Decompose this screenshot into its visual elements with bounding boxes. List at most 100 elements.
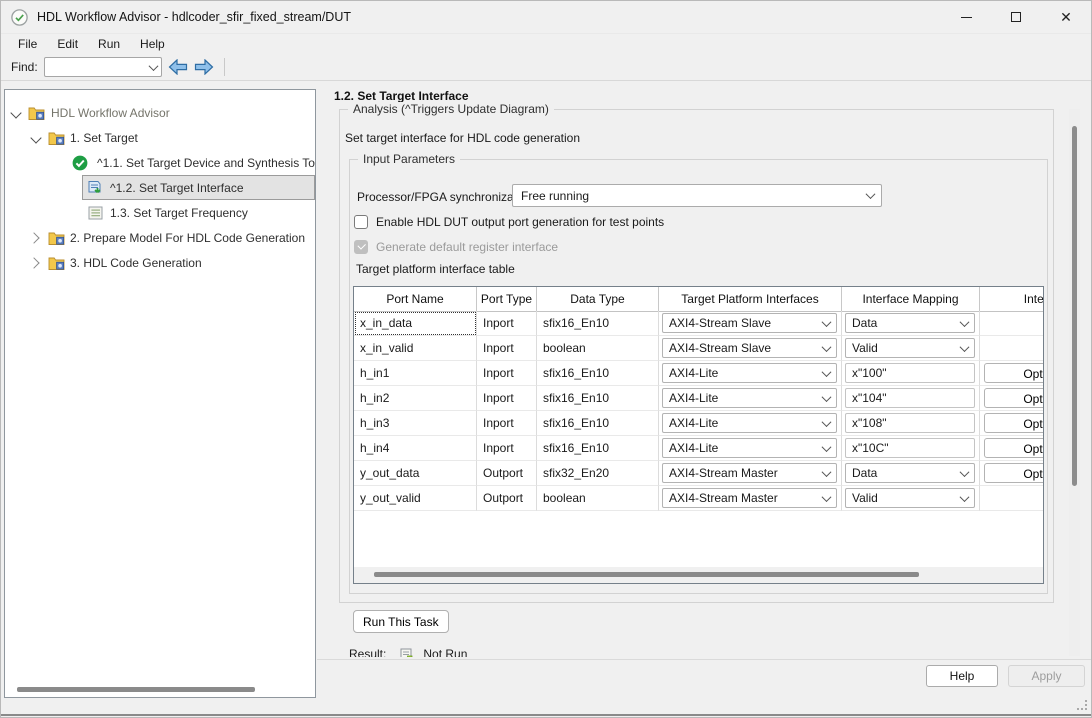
target-interface-dropdown[interactable]: AXI4-Lite <box>662 438 837 458</box>
run-this-task-button[interactable]: Run This Task <box>353 610 449 633</box>
tree-item-1-3[interactable]: 1.3. Set Target Frequency <box>5 200 315 225</box>
sync-dropdown[interactable]: Free running <box>512 184 882 207</box>
table-row: h_in3 Inport sfix16_En10 AXI4-Lite x"108… <box>354 411 1044 436</box>
tree-item-2[interactable]: 2. Prepare Model For HDL Code Generation <box>5 225 315 250</box>
tree-item-set-target[interactable]: 1. Set Target <box>5 125 315 150</box>
port-name-cell[interactable]: y_out_valid <box>354 486 477 511</box>
interface-mapping-dropdown[interactable]: Data <box>845 463 975 483</box>
app-check-icon <box>11 9 28 26</box>
chevron-down-icon[interactable] <box>147 64 161 71</box>
tree-item-1-2-selected[interactable]: ^1.2. Set Target Interface <box>5 175 315 200</box>
chevron-down-icon <box>819 395 833 402</box>
tree-item-label[interactable]: HDL Workflow Advisor <box>51 106 170 120</box>
interface-mapping-field[interactable]: x"104" <box>845 388 975 408</box>
menu-edit[interactable]: Edit <box>48 35 87 53</box>
interface-mapping-field[interactable]: x"108" <box>845 413 975 433</box>
chevron-down-icon <box>819 345 833 352</box>
port-name-cell[interactable]: h_in3 <box>354 411 477 436</box>
interface-mapping-field[interactable]: x"10C" <box>845 438 975 458</box>
data-type-cell: boolean <box>537 336 659 361</box>
workflow-tree-panel: HDL Workflow Advisor 1. Set Target ^1.1.… <box>4 89 316 698</box>
folder-task-icon <box>28 105 45 121</box>
tree-item-label[interactable]: 1. Set Target <box>70 131 138 145</box>
target-interface-dropdown[interactable]: AXI4-Lite <box>662 388 837 408</box>
column-header: Target Platform Interfaces <box>659 287 842 311</box>
passed-check-icon <box>72 155 88 171</box>
chevron-right-icon[interactable] <box>28 257 39 268</box>
table-horizontal-scrollbar-track[interactable] <box>354 567 1044 583</box>
table-row: y_out_data Outport sfix32_En20 AXI4-Stre… <box>354 461 1044 486</box>
port-type-cell: Inport <box>477 311 537 336</box>
chevron-down-icon <box>819 470 833 477</box>
chevron-down-icon <box>957 345 971 352</box>
interface-options-button[interactable]: Options <box>984 413 1044 433</box>
menu-run[interactable]: Run <box>89 35 129 53</box>
resize-grip[interactable] <box>1077 700 1087 710</box>
port-name-cell[interactable]: x_in_data <box>354 311 477 336</box>
testpoints-checkbox[interactable] <box>354 215 368 229</box>
port-name-cell[interactable]: x_in_valid <box>354 336 477 361</box>
interface-options-button[interactable]: Options <box>984 363 1044 383</box>
data-type-cell: sfix16_En10 <box>537 411 659 436</box>
port-name-cell[interactable]: h_in4 <box>354 436 477 461</box>
data-type-cell: sfix16_En10 <box>537 311 659 336</box>
data-type-cell: sfix32_En20 <box>537 461 659 486</box>
folder-task-icon <box>48 255 65 271</box>
table-horizontal-scrollbar[interactable] <box>374 572 919 577</box>
help-button[interactable]: Help <box>926 665 998 687</box>
chevron-down-icon[interactable] <box>30 132 41 143</box>
tree-item-label[interactable]: ^1.1. Set Target Device and Synthesis To… <box>97 156 316 170</box>
tree-item-label[interactable]: ^1.2. Set Target Interface <box>110 181 244 195</box>
apply-button[interactable]: Apply <box>1008 665 1085 687</box>
tree-item-label[interactable]: 2. Prepare Model For HDL Code Generation <box>70 231 305 245</box>
tree-item-label[interactable]: 1.3. Set Target Frequency <box>110 206 248 220</box>
interface-mapping-dropdown[interactable]: Valid <box>845 488 975 508</box>
window-bottom-edge <box>1 714 1091 716</box>
chevron-down-icon <box>819 495 833 502</box>
target-interface-dropdown[interactable]: AXI4-Lite <box>662 363 837 383</box>
find-previous-button[interactable] <box>168 59 188 75</box>
sync-label: Processor/FPGA synchronization: <box>357 190 536 204</box>
port-type-cell: Inport <box>477 336 537 361</box>
tree-item-root[interactable]: HDL Workflow Advisor <box>5 100 315 125</box>
port-name-cell[interactable]: h_in1 <box>354 361 477 386</box>
chevron-down-icon <box>819 420 833 427</box>
interface-options-button[interactable]: Options <box>984 463 1044 483</box>
interface-options-button[interactable]: Options <box>984 388 1044 408</box>
chevron-down-icon <box>957 470 971 477</box>
port-name-cell[interactable]: y_out_data <box>354 461 477 486</box>
target-interface-dropdown[interactable]: AXI4-Stream Slave <box>662 338 837 358</box>
menu-file[interactable]: File <box>9 35 46 53</box>
column-header: Port Name <box>354 287 477 311</box>
minimize-icon <box>961 17 972 18</box>
minimize-button[interactable] <box>941 1 991 33</box>
tree-item-label[interactable]: 3. HDL Code Generation <box>70 256 202 270</box>
chevron-down-icon[interactable] <box>10 107 21 118</box>
interface-mapping-dropdown[interactable]: Valid <box>845 338 975 358</box>
chevron-right-icon[interactable] <box>28 232 39 243</box>
menu-help[interactable]: Help <box>131 35 174 53</box>
tree-item-3[interactable]: 3. HDL Code Generation <box>5 250 315 275</box>
table-row: h_in1 Inport sfix16_En10 AXI4-Lite x"100… <box>354 361 1044 386</box>
find-combobox[interactable] <box>44 57 162 77</box>
interface-options-cell <box>980 336 1044 361</box>
column-header: Interface Mapping <box>842 287 980 311</box>
register-checkbox <box>354 240 368 254</box>
testpoints-checkbox-label[interactable]: Enable HDL DUT output port generation fo… <box>376 215 664 229</box>
target-interface-dropdown[interactable]: AXI4-Stream Slave <box>662 313 837 333</box>
register-checkbox-row: Generate default register interface <box>354 240 558 254</box>
interface-options-button[interactable]: Options <box>984 438 1044 458</box>
target-interface-dropdown[interactable]: AXI4-Stream Master <box>662 488 837 508</box>
target-interface-dropdown[interactable]: AXI4-Stream Master <box>662 463 837 483</box>
interface-mapping-field[interactable]: x"100" <box>845 363 975 383</box>
panel-vertical-scrollbar[interactable] <box>1072 126 1077 486</box>
close-button[interactable]: ✕ <box>1041 1 1091 33</box>
port-name-cell[interactable]: h_in2 <box>354 386 477 411</box>
maximize-button[interactable] <box>991 1 1041 33</box>
find-input[interactable] <box>45 58 147 76</box>
tree-horizontal-scrollbar[interactable] <box>17 687 255 692</box>
tree-item-1-1[interactable]: ^1.1. Set Target Device and Synthesis To… <box>5 150 315 175</box>
interface-mapping-dropdown[interactable]: Data <box>845 313 975 333</box>
target-interface-dropdown[interactable]: AXI4-Lite <box>662 413 837 433</box>
find-next-button[interactable] <box>194 59 214 75</box>
